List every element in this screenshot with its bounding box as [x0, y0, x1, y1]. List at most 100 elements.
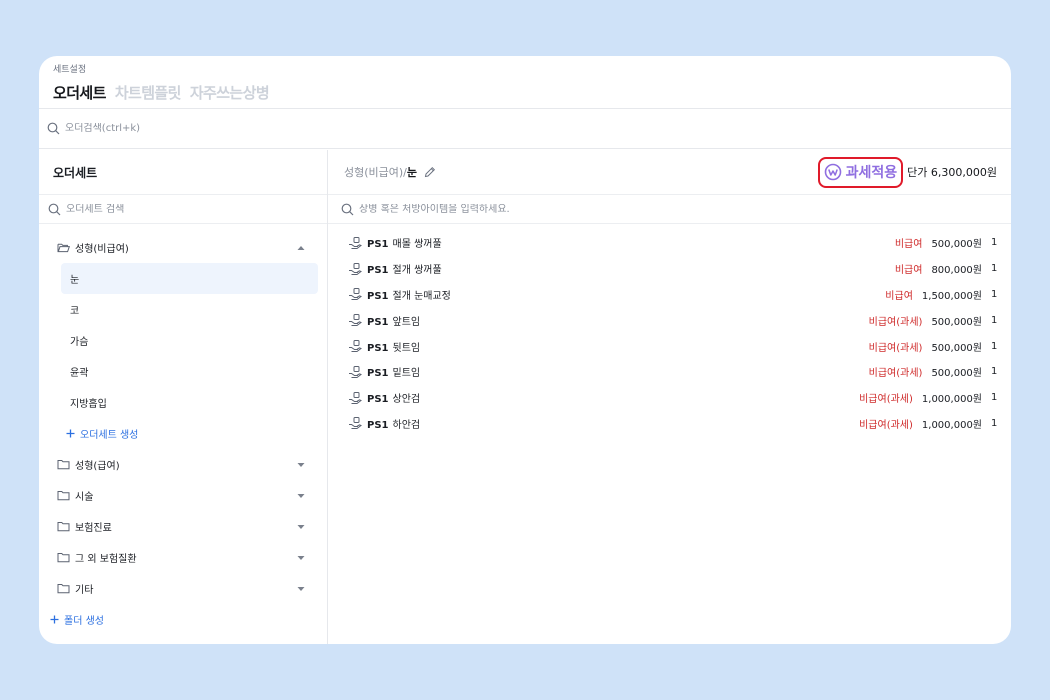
folder-plastic-surgery-pay[interactable]: 성형(급여) [39, 449, 327, 480]
item-name: 앞트임 [392, 316, 421, 328]
folder-label: 성형(급여) [75, 461, 120, 472]
item-pay-type: 비급여 [894, 265, 923, 277]
folder-label: 성형(비급여) [75, 244, 129, 255]
search-icon [47, 122, 60, 135]
order-set-path: 성형(비급여)/눈 [344, 164, 417, 180]
add-folder-button[interactable]: 폴더 생성 [39, 604, 327, 635]
item-amount: 800,000원 [931, 265, 982, 277]
list-item[interactable]: PS1 뒷트임 비급여(과세) 500,000원 1 [328, 333, 1011, 359]
order-set-eye[interactable]: 눈 [61, 263, 318, 294]
folder-label: 시술 [75, 492, 94, 503]
item-pay-type: 비급여(과세) [868, 342, 923, 354]
item-code: PS1 [367, 368, 389, 380]
item-name: 뒷트임 [392, 342, 421, 354]
item-pay-type: 비급여(과세) [859, 419, 913, 431]
prescription-item-icon [348, 391, 362, 405]
item-pay-type: 비급여(과세) [868, 316, 923, 328]
item-name: 상안검 [392, 394, 421, 406]
item-list: PS1 매몰 쌍꺼풀 비급여 500,000원 1 PS1 절개 쌍꺼풀 비급여 8… [328, 224, 1011, 436]
settings-header: 세트설정 오더세트 차트템플릿 자주쓰는상병 [39, 56, 1011, 109]
list-item[interactable]: PS1 밑트임 비급여(과세) 500,000원 1 [328, 359, 1011, 385]
prescription-item-icon [348, 313, 362, 327]
prescription-item-icon [348, 416, 362, 430]
folder-insurance-care[interactable]: 보험진료 [39, 511, 327, 542]
item-name: 절개 쌍꺼풀 [392, 265, 442, 277]
item-search-bar [328, 194, 1011, 224]
chevron-down-icon[interactable] [297, 462, 305, 468]
folder-etc[interactable]: 기타 [39, 573, 327, 604]
order-set-breast[interactable]: 가슴 [61, 325, 318, 356]
item-amount: 1,000,000원 [921, 419, 982, 431]
item-code: PS1 [367, 419, 389, 431]
chevron-down-icon[interactable] [297, 586, 305, 592]
path-current: 눈 [406, 166, 418, 179]
prescription-item-icon [348, 287, 362, 301]
item-amount: 500,000원 [931, 316, 982, 328]
folder-label: 보험진료 [75, 523, 112, 534]
path-prefix: 성형(비급여)/ [344, 166, 407, 179]
item-name: 매몰 쌍꺼풀 [392, 239, 442, 251]
item-code: PS1 [367, 290, 389, 302]
tab-bar: 오더세트 차트템플릿 자주쓰는상병 [53, 82, 997, 103]
list-item[interactable]: PS1 상안검 비급여(과세) 1,000,000원 1 [328, 385, 1011, 411]
item-pay-type: 비급여 [885, 290, 913, 302]
item-quantity: 1 [991, 288, 998, 300]
item-quantity: 1 [991, 392, 998, 404]
tab-order-set[interactable]: 오더세트 [53, 82, 106, 103]
chevron-down-icon[interactable] [297, 555, 305, 561]
tab-chart-template[interactable]: 차트템플릿 [115, 82, 182, 103]
order-set-panel: 세트설정 오더세트 차트템플릿 자주쓰는상병 오더세트 [39, 56, 1011, 644]
prescription-item-icon [348, 339, 362, 353]
item-quantity: 1 [991, 417, 998, 429]
item-search-input[interactable] [359, 203, 759, 215]
plus-icon [66, 429, 75, 438]
item-quantity: 1 [991, 263, 998, 275]
folder-icon [57, 490, 70, 501]
folder-label: 그 외 보험질환 [75, 554, 137, 565]
folder-other-insurance-disease[interactable]: 그 외 보험질환 [39, 542, 327, 573]
item-pay-type: 비급여 [894, 239, 923, 251]
folder-procedure[interactable]: 시술 [39, 480, 327, 511]
item-quantity: 1 [991, 314, 998, 326]
order-set-search-input[interactable] [66, 203, 327, 215]
item-quantity: 1 [991, 340, 998, 352]
list-item[interactable]: PS1 하안검 비급여(과세) 1,000,000원 1 [328, 411, 1011, 437]
chevron-down-icon[interactable] [297, 493, 305, 499]
tax-icon [824, 163, 842, 181]
search-icon [48, 203, 61, 216]
unit-price: 단가 6,300,000원 [907, 166, 997, 179]
item-amount: 1,500,000원 [921, 290, 982, 302]
tax-apply-button[interactable]: 과세적용 [817, 156, 904, 188]
prescription-item-icon [348, 236, 362, 250]
tax-apply-label: 과세적용 [845, 165, 898, 181]
list-item[interactable]: PS1 앞트임 비급여(과세) 500,000원 1 [328, 307, 1011, 333]
sidebar-search-bar [39, 194, 327, 224]
list-item[interactable]: PS1 절개 눈매교정 비급여 1,500,000원 1 [328, 282, 1011, 308]
item-quantity: 1 [991, 237, 998, 249]
list-item[interactable]: PS1 절개 쌍꺼풀 비급여 800,000원 1 [328, 256, 1011, 282]
list-item[interactable]: PS1 매몰 쌍꺼풀 비급여 500,000원 1 [328, 230, 1011, 256]
add-order-set-label: 오더세트 생성 [80, 430, 139, 441]
add-folder-label: 폴더 생성 [64, 616, 104, 627]
order-set-nose[interactable]: 코 [61, 294, 318, 325]
item-name: 밑트임 [392, 368, 421, 380]
item-amount: 1,000,000원 [921, 394, 982, 406]
tab-frequent-diagnosis[interactable]: 자주쓰는상병 [190, 82, 270, 103]
order-search-input[interactable] [65, 123, 365, 134]
pencil-icon[interactable] [424, 166, 436, 178]
folder-icon [57, 521, 70, 532]
folder-icon [57, 583, 70, 594]
folder-plastic-surgery-nonpay[interactable]: 성형(비급여) [39, 232, 327, 263]
order-set-contour[interactable]: 윤곽 [61, 356, 318, 387]
add-order-set-button[interactable]: 오더세트 생성 [39, 418, 327, 449]
prescription-item-icon [348, 262, 362, 276]
chevron-down-icon[interactable] [297, 524, 305, 530]
order-set-liposuction[interactable]: 지방흡입 [61, 387, 318, 418]
folder-icon [57, 552, 70, 563]
item-pay-type: 비급여(과세) [868, 368, 923, 380]
item-code: PS1 [367, 394, 389, 406]
sidebar-title: 오더세트 [53, 165, 98, 180]
plus-icon [50, 615, 59, 624]
item-pay-type: 비급여(과세) [859, 394, 913, 406]
chevron-up-icon[interactable] [297, 245, 305, 251]
